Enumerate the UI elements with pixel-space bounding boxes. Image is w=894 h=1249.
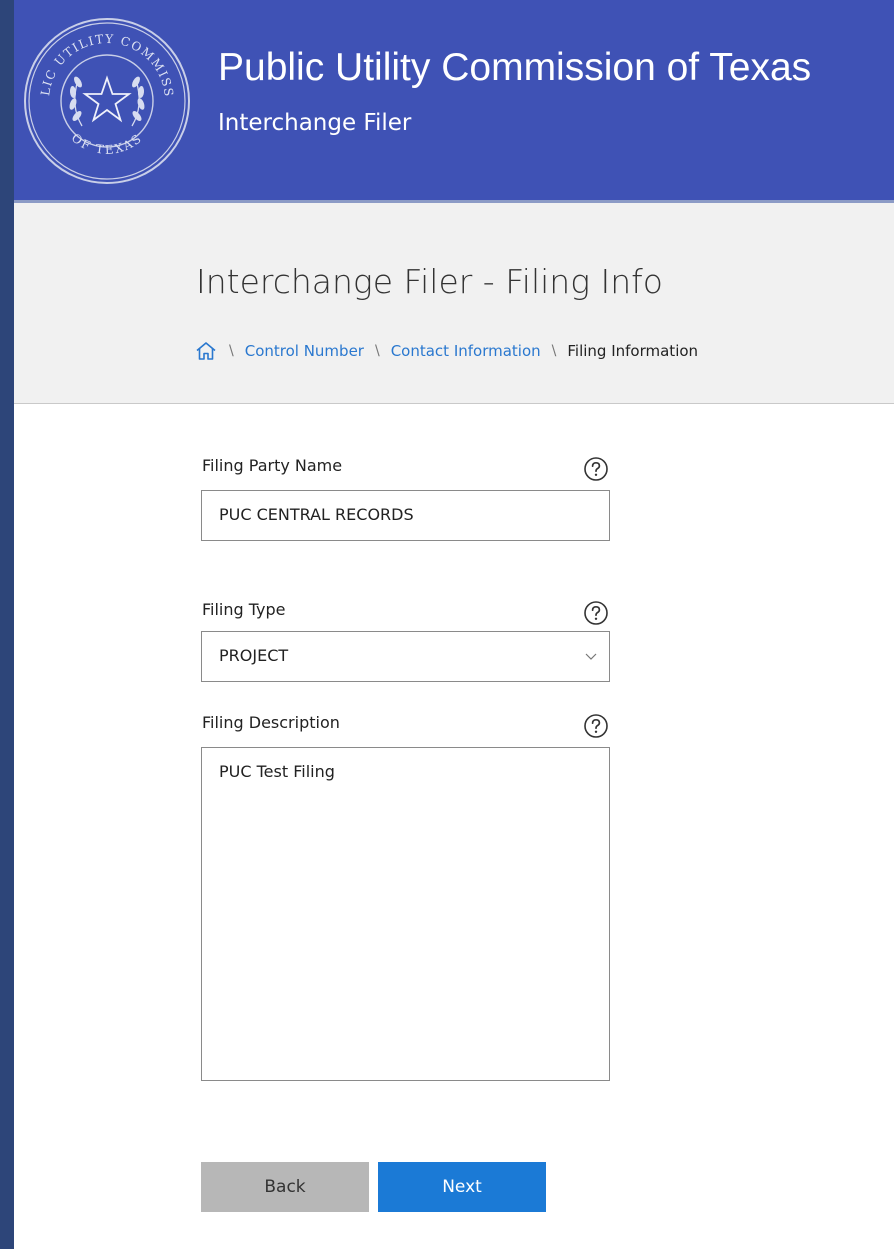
home-icon[interactable] <box>194 339 218 363</box>
description-textarea[interactable]: PUC Test Filing <box>201 747 610 1081</box>
description-value: PUC Test Filing <box>219 762 335 781</box>
breadcrumb: \ Control Number \ Contact Information \… <box>194 338 698 364</box>
party-name-help-icon[interactable] <box>583 456 609 482</box>
svg-text:PUBLIC UTILITY COMMISSION: PUBLIC UTILITY COMMISSION <box>22 16 176 98</box>
party-name-value: PUC CENTRAL RECORDS <box>219 505 414 524</box>
back-button[interactable]: Back <box>201 1162 369 1212</box>
svg-text:OF TEXAS: OF TEXAS <box>69 131 145 157</box>
filing-type-help-icon[interactable] <box>583 600 609 626</box>
title-band <box>14 203 894 404</box>
filing-type-select[interactable]: PROJECT <box>201 631 610 682</box>
next-button[interactable]: Next <box>378 1162 546 1212</box>
filing-type-value: PROJECT <box>219 646 289 665</box>
breadcrumb-separator: \ <box>551 343 557 359</box>
breadcrumb-separator: \ <box>229 343 234 359</box>
page-title: Interchange Filer - Filing Info <box>196 262 663 301</box>
breadcrumb-separator: \ <box>374 343 380 359</box>
breadcrumb-contact-information[interactable]: Contact Information <box>391 342 541 360</box>
filing-type-label: Filing Type <box>202 600 286 619</box>
texas-seal-icon: PUBLIC UTILITY COMMISSION OF TEXAS <box>22 16 190 184</box>
description-label: Filing Description <box>202 713 340 732</box>
breadcrumb-control-number[interactable]: Control Number <box>245 342 364 360</box>
breadcrumb-filing-information: Filing Information <box>567 342 699 360</box>
party-name-label: Filing Party Name <box>202 456 343 475</box>
site-subtitle: Interchange Filer <box>218 110 412 136</box>
description-help-icon[interactable] <box>583 713 609 739</box>
site-title: Public Utility Commission of Texas <box>218 46 812 89</box>
party-name-input[interactable]: PUC CENTRAL RECORDS <box>201 490 610 541</box>
chevron-down-icon <box>585 653 597 660</box>
